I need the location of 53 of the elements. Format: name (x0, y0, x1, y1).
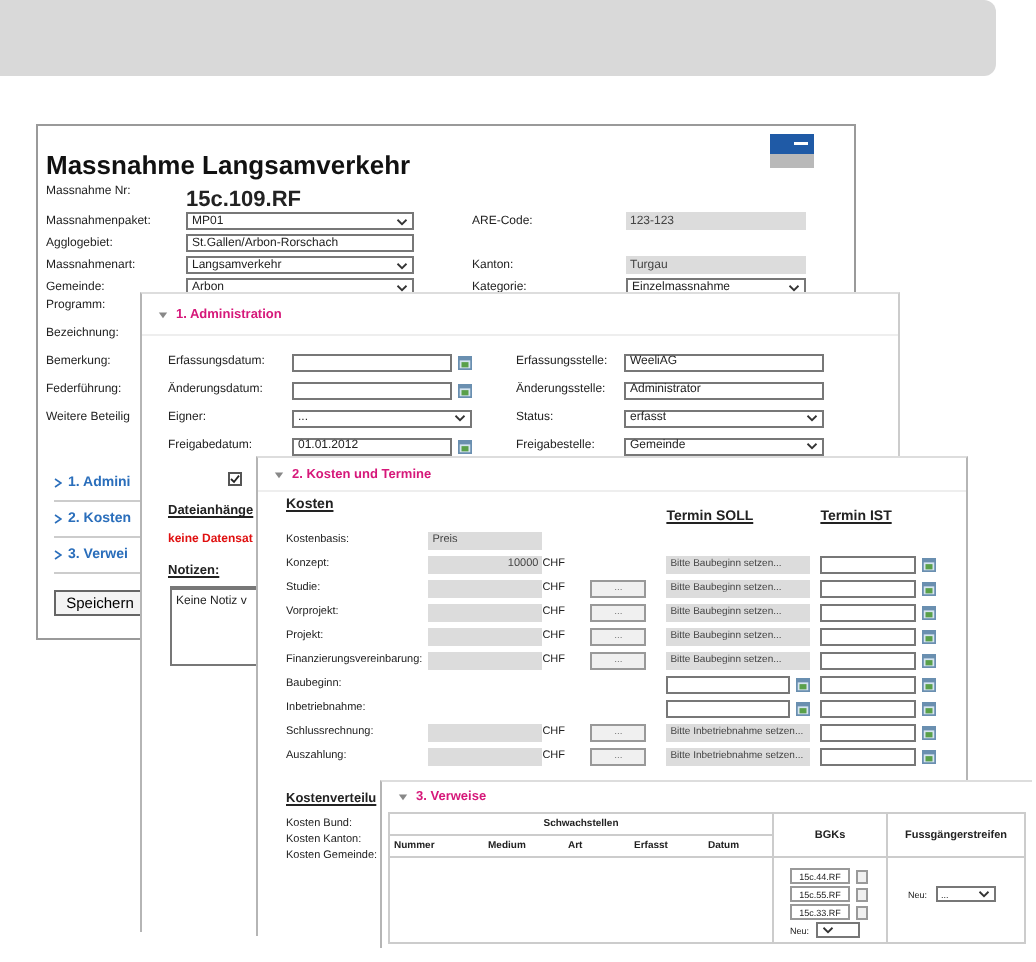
date-field[interactable] (820, 747, 917, 765)
date-field[interactable] (820, 579, 917, 597)
expand-icon[interactable] (398, 792, 408, 802)
calendar-icon[interactable] (922, 605, 937, 619)
date-field[interactable] (820, 699, 917, 717)
calendar-icon[interactable] (458, 383, 472, 397)
date-field[interactable] (292, 381, 452, 399)
amount-field (428, 723, 543, 741)
date-field[interactable] (820, 555, 917, 573)
chevron-icon (54, 478, 62, 488)
calendar-icon[interactable] (458, 439, 472, 453)
date-field[interactable] (666, 675, 791, 693)
calendar-icon[interactable] (922, 629, 937, 643)
caret-icon (806, 442, 818, 450)
record-number: 15c.109.RF (186, 187, 301, 211)
calendar-icon[interactable] (922, 677, 937, 691)
caret-icon (977, 890, 990, 898)
chevron-icon (54, 550, 62, 560)
date-field[interactable] (820, 723, 917, 741)
date-field[interactable] (820, 627, 917, 645)
calendar-icon[interactable] (922, 557, 937, 571)
calendar-icon[interactable] (796, 701, 811, 715)
calendar-icon[interactable] (458, 355, 472, 369)
expand-icon[interactable] (158, 309, 168, 319)
caret-icon (396, 217, 408, 225)
select-field[interactable] (815, 922, 860, 938)
date-field[interactable] (820, 651, 917, 669)
calendar-icon[interactable] (796, 677, 811, 691)
caret-icon (788, 283, 800, 291)
window-title: Massnahme Langsamverkehr (46, 150, 411, 180)
calendar-icon[interactable] (922, 653, 937, 667)
date-field[interactable] (820, 603, 917, 621)
calendar-icon[interactable] (922, 701, 937, 715)
amount-field (428, 651, 543, 669)
amount-field (428, 747, 543, 765)
calendar-icon[interactable] (922, 749, 937, 763)
amount-field (428, 603, 543, 621)
amount-field (428, 579, 543, 597)
caret-icon (396, 261, 408, 269)
caret-icon (454, 414, 466, 422)
caret-icon (806, 414, 818, 422)
calendar-icon[interactable] (922, 581, 937, 595)
date-field[interactable] (666, 699, 791, 717)
chevron-icon (54, 514, 62, 524)
caret-icon (396, 283, 408, 291)
calendar-icon[interactable] (922, 725, 937, 739)
caret-icon (821, 926, 834, 934)
date-field[interactable] (820, 675, 917, 693)
checkbox[interactable] (228, 472, 242, 486)
logo-icon (770, 134, 814, 168)
expand-icon[interactable] (274, 469, 284, 479)
amount-field (428, 627, 543, 645)
date-field[interactable] (292, 353, 452, 371)
